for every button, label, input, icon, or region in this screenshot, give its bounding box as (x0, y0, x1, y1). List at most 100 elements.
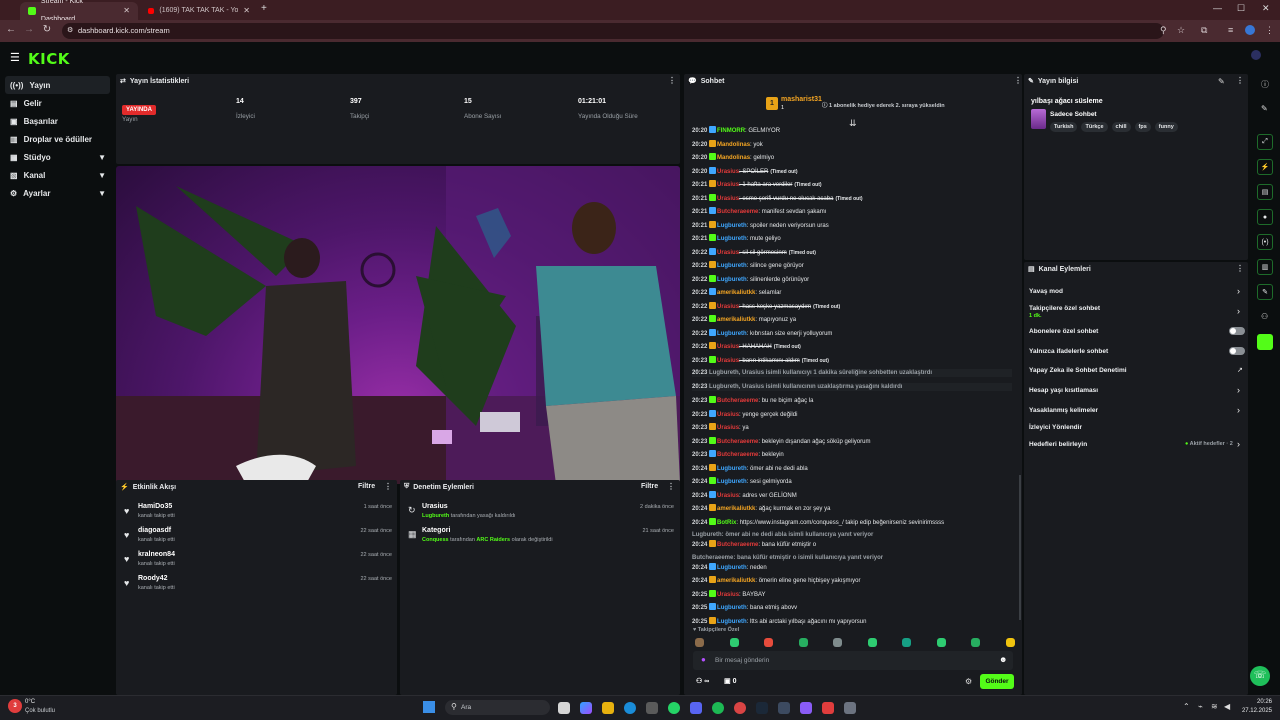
more-options-icon[interactable]: ⋮ (667, 482, 675, 491)
more-options-icon[interactable]: ⋮ (384, 482, 392, 491)
filter-button[interactable]: Filtre (358, 483, 375, 490)
chrome-icon[interactable] (734, 702, 746, 714)
sidebar-item-studyo[interactable]: ▦ Stüdyo ▼ (5, 148, 110, 166)
chat-message[interactable]: 20:25 Lugbureth: ltts abi arctaki yılbaş… (692, 616, 1012, 626)
chat-message[interactable]: 20:20 FINMORR: GELMIYOR (692, 126, 1012, 135)
chevron-right-icon[interactable]: › (1237, 385, 1240, 395)
chat-message[interactable]: 20:23 Urasius: yenge gerçek değildi (692, 409, 1012, 419)
tray-chevron-icon[interactable]: ⌃ (1183, 702, 1190, 711)
chevron-right-icon[interactable]: › (1237, 439, 1240, 449)
chat-message[interactable]: 20:24 Lugbureth: neden (692, 562, 1012, 572)
chevron-right-icon[interactable]: › (1237, 306, 1240, 316)
tag[interactable]: funny (1154, 122, 1178, 132)
category-name[interactable]: Sadece Sohbet (1050, 111, 1097, 118)
chat-username[interactable]: Mandolinas (717, 155, 750, 161)
chat-username[interactable]: Urasius (717, 196, 739, 202)
chat-message[interactable]: 20:22 Urasius: sil sil görmesinm (Timed o… (692, 247, 1012, 257)
chat-username[interactable]: amerikaliutkk (717, 290, 755, 296)
sidebar-item-kanal[interactable]: ▧ Kanal ▼ (5, 166, 110, 184)
filter-button[interactable]: Filtre (641, 483, 658, 490)
chat-username[interactable]: BotRix (717, 520, 736, 526)
chat-username[interactable]: Urasius (717, 412, 739, 418)
goals-item[interactable]: Hedefleri belirleyin (1029, 441, 1087, 448)
chat-username[interactable]: Lugbureth (717, 466, 747, 472)
chat-username[interactable]: Lugbureth (717, 565, 747, 571)
external-link-icon[interactable]: ↗ (1237, 366, 1243, 374)
tag[interactable]: Turkish (1050, 122, 1078, 132)
chat-username[interactable]: Urasius (717, 493, 739, 499)
chat-username[interactable]: amerikaliutkk (717, 578, 755, 584)
chat-message[interactable]: 20:20 Mandolinas: yok (692, 139, 1012, 149)
raid-item[interactable]: İzleyici Yönlendir (1029, 424, 1082, 431)
chat-message[interactable]: 20:20 Mandolinas: gelmiyo (692, 153, 1012, 162)
chat-message[interactable]: 20:23 Butcheraeeme: bu ne biçim ağaç la (692, 396, 1012, 405)
tag[interactable]: Türkçe (1081, 122, 1108, 132)
chat-system-message[interactable]: Butcheraeeme: bana küfür etmiştir o isim… (692, 554, 1012, 562)
store-icon[interactable] (646, 702, 658, 714)
chat-username[interactable]: amerikaliutkk (717, 317, 755, 323)
zoom-icon[interactable]: ⚲ (1160, 25, 1167, 36)
chat-username[interactable]: Urasius (717, 250, 739, 256)
chat-username[interactable]: Lugbureth (717, 619, 747, 625)
flash-icon[interactable]: ⚡ (1257, 159, 1273, 175)
discord-icon[interactable] (690, 702, 702, 714)
emotes-only-toggle[interactable] (1229, 347, 1245, 355)
chat-username[interactable]: Urasius (717, 344, 739, 350)
new-tab-icon[interactable]: + (261, 3, 267, 14)
info-icon[interactable]: ⓘ (1261, 79, 1269, 90)
chat-bubble-icon[interactable]: ● (1257, 209, 1273, 225)
sidebar-item-gelir[interactable]: ▤ Gelir (5, 94, 110, 112)
sidebar-item-droplar[interactable]: ▥ Droplar ve ödüller (5, 130, 110, 148)
chat-message[interactable]: 20:22 Lugbureth: silinenlerde görünüyor (692, 274, 1012, 284)
chat-message[interactable]: 20:21 Urasius: 1 hafta ara verdiler (Time… (692, 180, 1012, 189)
chat-message[interactable]: 20:23 Butcheraeeme: bekleyin dışarıdan a… (692, 436, 1012, 446)
url-input[interactable]: ⚙ dashboard.kick.com/stream (62, 23, 1164, 39)
copilot-icon[interactable] (580, 702, 592, 714)
add-widget-button[interactable] (1257, 334, 1273, 350)
settings-app-icon[interactable] (844, 702, 856, 714)
sidebar-item-ayarlar[interactable]: ⚙ Ayarlar ▼ (5, 184, 110, 202)
chevron-right-icon[interactable]: › (1237, 286, 1240, 296)
taskbar-search[interactable]: ⚲ Ara (445, 700, 550, 715)
chat-message[interactable]: 20:22 Lugbureth: kıbrıstan size enerji y… (692, 328, 1012, 338)
emote-icon[interactable] (971, 638, 980, 647)
chat-message[interactable]: 20:24 Butcheraeeme: bana küfür etmiştir … (692, 540, 1012, 549)
chat-username[interactable]: FINMORR (717, 128, 745, 134)
network-icon[interactable]: ⌁ (1198, 702, 1203, 711)
chat-message[interactable]: 20:25 Lugbureth: bana etmiş abovv (692, 603, 1012, 612)
tag[interactable]: chill (1111, 122, 1131, 132)
close-icon[interactable]: ✕ (243, 2, 250, 20)
chat-message[interactable]: 20:21 Lugbureth: mute geliyo (692, 234, 1012, 243)
app-icon[interactable] (822, 702, 834, 714)
chat-username[interactable]: Urasius (717, 425, 739, 431)
clock-time[interactable]: 20:26 (1236, 699, 1272, 705)
emote-icon[interactable] (798, 638, 808, 647)
feed-user[interactable]: kralneon84 (138, 551, 175, 558)
gift-icon[interactable]: ▣ 0 (724, 677, 736, 685)
tag[interactable]: fps (1134, 122, 1151, 132)
pencil-icon[interactable]: ✎ (1261, 104, 1268, 113)
file-explorer-icon[interactable] (602, 702, 614, 714)
emote-icon[interactable] (833, 638, 842, 647)
chat-scrollbar[interactable] (1019, 475, 1021, 620)
chat-message[interactable]: 20:22 Urasius: hass keşke yazmasaydım (Ti… (692, 301, 1012, 311)
chat-message[interactable]: 20:22 Lugbureth: silince gene görüyor (692, 261, 1012, 270)
subscribers-only-toggle[interactable] (1229, 327, 1245, 335)
emote-icon[interactable] (902, 638, 911, 647)
hamburger-menu-icon[interactable]: ☰ (10, 51, 20, 64)
edit-pencil-icon[interactable]: ✎ (1218, 77, 1225, 86)
chat-message[interactable]: 20:21 Lugbureth: spoiler neden veriyorsu… (692, 220, 1012, 230)
banned-words-item[interactable]: Yasaklanmış kelimeler (1029, 407, 1098, 414)
emote-icon[interactable] (764, 638, 773, 647)
chat-username[interactable]: Butcheraeeme (717, 542, 758, 548)
app-icon[interactable] (778, 702, 790, 714)
mod-target[interactable]: Urasius (422, 503, 448, 510)
chat-system-message[interactable]: 20:23 Lugbureth, Urasius isimli kullanıc… (692, 369, 1012, 377)
maximize-icon[interactable]: ☐ (1237, 3, 1245, 14)
emote-icon[interactable] (729, 638, 739, 647)
emote-icon[interactable] (695, 638, 704, 647)
chat-message[interactable]: 20:23 Butcheraeeme: bekleyin (692, 450, 1012, 459)
send-button[interactable]: Gönder (980, 674, 1014, 689)
clock-date[interactable]: 27.12.2025 (1226, 708, 1272, 714)
users-icon[interactable]: ⚇ ∞ (696, 677, 709, 685)
